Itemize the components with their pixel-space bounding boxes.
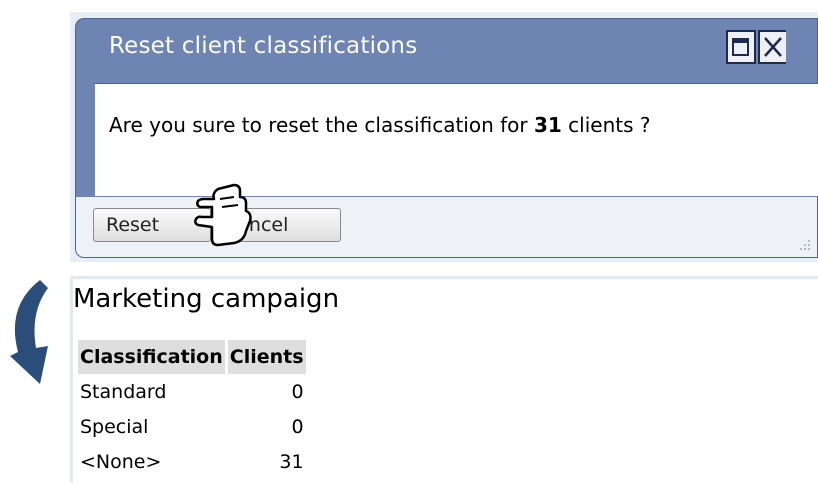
- classification-cell: <None>: [80, 450, 162, 473]
- table-row: <None> 31: [78, 444, 306, 479]
- confirm-message: Are you sure to reset the classification…: [109, 113, 651, 137]
- column-header-clients: Clients: [227, 340, 306, 374]
- message-prefix: Are you sure to reset the classification…: [109, 113, 534, 137]
- report-title: Marketing campaign: [73, 284, 340, 314]
- table-row: Special 0: [78, 409, 306, 444]
- table-row: Standard 0: [78, 374, 306, 409]
- message-suffix: clients ?: [561, 113, 651, 137]
- classification-table: Classification Clients Standard 0 Specia…: [75, 340, 309, 479]
- maximize-icon: [732, 38, 749, 56]
- classification-cell: Special: [80, 415, 149, 438]
- clients-cell: 0: [291, 415, 304, 438]
- curved-arrow-icon: [10, 280, 48, 384]
- resize-grip-icon[interactable]: [799, 239, 811, 251]
- clients-cell: 31: [279, 450, 304, 473]
- close-button[interactable]: [758, 30, 786, 64]
- classification-cell: Standard: [80, 380, 167, 403]
- clients-cell: 0: [291, 380, 304, 403]
- close-icon: [764, 37, 782, 57]
- dialog-body: Are you sure to reset the classification…: [95, 83, 818, 196]
- message-count: 31: [533, 113, 562, 137]
- column-header-classification: Classification: [78, 340, 225, 374]
- dialog-title: Reset client classifications: [109, 33, 418, 59]
- hand-pointer-icon: [194, 183, 252, 247]
- table-header-row: Classification Clients: [78, 340, 306, 374]
- maximize-button[interactable]: [726, 30, 756, 64]
